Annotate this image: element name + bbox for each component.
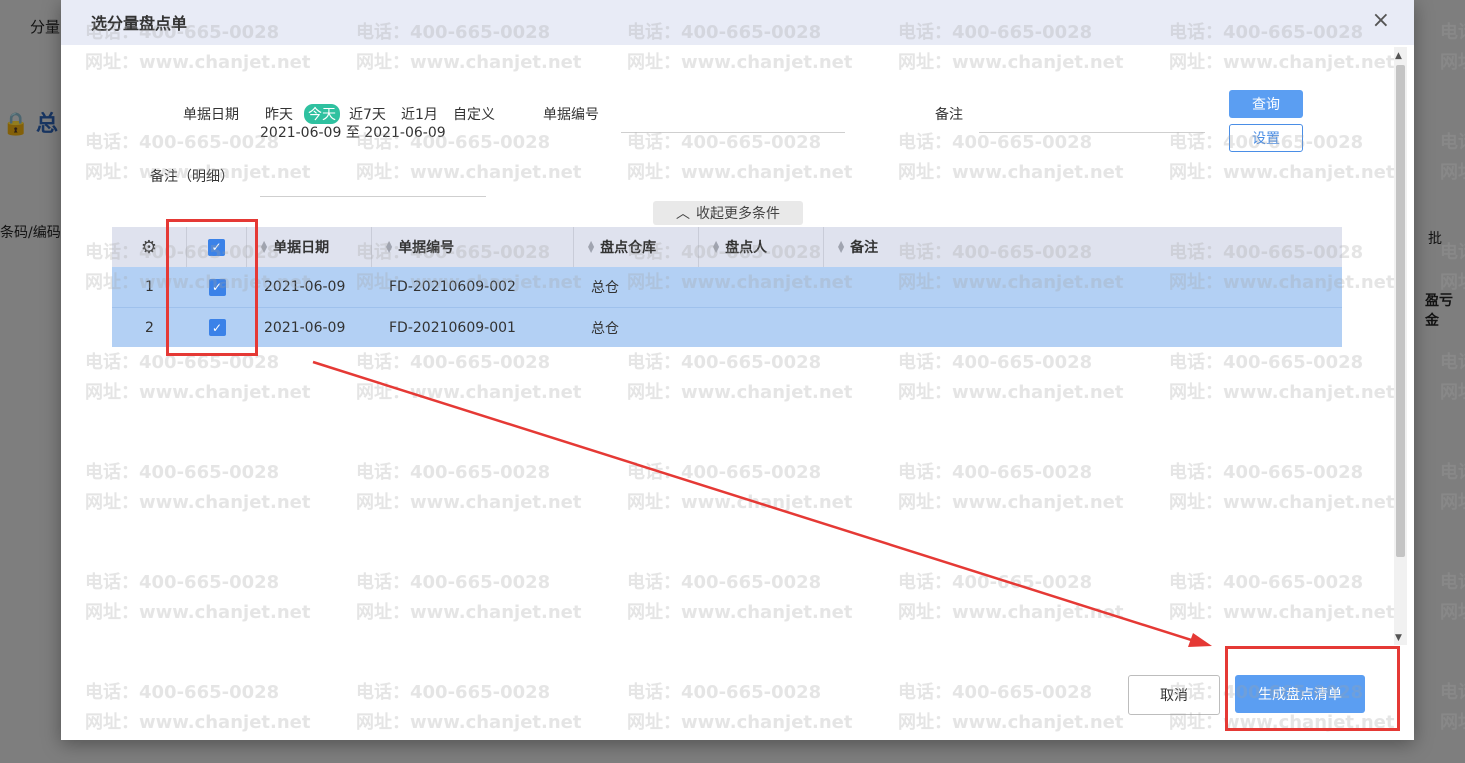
date-to: 2021-06-09 (364, 125, 446, 141)
th-warehouse-label: 盘点仓库 (600, 240, 657, 256)
settings-button[interactable]: 设置 (1229, 124, 1303, 152)
quick-date-7days[interactable]: 近7天 (349, 104, 386, 124)
date-separator: 至 (345, 125, 360, 141)
doc-no-label: 单据编号 (543, 107, 599, 123)
scroll-up-icon[interactable]: ▲ (1395, 51, 1402, 61)
quick-date-today[interactable]: 今天 (304, 104, 340, 124)
cell-warehouse: 总仓 (591, 320, 619, 337)
th-doc-no-label: 单据编号 (398, 240, 455, 256)
sort-icon: ▲ ▼ (713, 239, 720, 254)
cancel-button[interactable]: 取消 (1128, 675, 1220, 715)
th-counter[interactable]: ▲ ▼ 盘点人 (699, 227, 824, 267)
doc-no-input[interactable] (621, 108, 845, 133)
query-button[interactable]: 查询 (1229, 90, 1303, 118)
remark-detail-label: 备注（明细） (150, 169, 234, 185)
remark-label: 备注 (935, 107, 963, 123)
th-warehouse[interactable]: ▲ ▼ 盘点仓库 (574, 227, 699, 267)
date-range[interactable]: 2021-06-09 至 2021-06-09 (260, 122, 446, 142)
th-date[interactable]: ▲ ▼ 单据日期 (247, 227, 372, 267)
quick-date-yesterday[interactable]: 昨天 (265, 104, 293, 124)
cell-warehouse: 总仓 (591, 280, 619, 296)
quick-date-1month[interactable]: 近1月 (401, 104, 438, 124)
count-order-table: ⚙ ✓ ▲▼ 单据日期 ▲▼ 单据编号 ▲▼ 盘点仓库 ▲▼ 盘点人 ▲ (112, 227, 1342, 347)
table-header: ⚙ ✓ ▲▼ 单据日期 ▲▼ 单据编号 ▲▼ 盘点仓库 ▲▼ 盘点人 ▲ (112, 227, 1342, 267)
sort-icon: ▲ ▼ (838, 239, 845, 254)
th-date-label: 单据日期 (273, 240, 330, 256)
th-remark[interactable]: ▲ ▼ 备注 (824, 227, 1342, 267)
annotation-box-checkboxes (166, 219, 258, 356)
dialog-title: 选分量盘点单 (91, 14, 188, 33)
remark-detail-input[interactable] (260, 172, 486, 197)
th-doc-no[interactable]: ▲ ▼ 单据编号 (372, 227, 574, 267)
cell-doc-no: FD-20210609-001 (389, 319, 516, 336)
collapse-label: 收起更多条件 (696, 206, 780, 222)
cell-date: 2021-06-09 (264, 319, 346, 336)
quick-date-custom[interactable]: 自定义 (453, 104, 495, 124)
table-row[interactable]: 1 ✓ 2021-06-09 FD-20210609-002 总仓 (112, 267, 1342, 307)
annotation-box-generate (1225, 646, 1400, 731)
close-icon[interactable]: × (1372, 10, 1390, 32)
vertical-scrollbar[interactable]: ▲ ▼ (1394, 47, 1407, 645)
date-label: 单据日期 (183, 107, 239, 123)
scrollbar-thumb[interactable] (1396, 65, 1405, 557)
sort-icon: ▲ ▼ (386, 239, 393, 254)
cell-date: 2021-06-09 (264, 279, 346, 295)
select-count-order-dialog: 选分量盘点单 × 单据日期 昨天 今天 近7天 近1月 自定义 2021-06-… (61, 0, 1414, 740)
date-from: 2021-06-09 (260, 125, 342, 141)
remark-input[interactable] (979, 108, 1205, 133)
table-row[interactable]: 2 ✓ 2021-06-09 FD-20210609-001 总仓 (112, 307, 1342, 347)
th-counter-label: 盘点人 (725, 240, 768, 256)
scroll-down-icon[interactable]: ▼ (1395, 633, 1402, 643)
chevron-up-icon: ︿ (676, 206, 690, 222)
th-remark-label: 备注 (850, 240, 879, 256)
sort-icon: ▲ ▼ (588, 239, 595, 254)
sort-icon: ▲ ▼ (261, 239, 268, 254)
collapse-conditions-button[interactable]: ︿ 收起更多条件 (653, 201, 803, 225)
dialog-header: 选分量盘点单 × (61, 0, 1414, 45)
gear-icon: ⚙ (140, 236, 158, 258)
cell-doc-no: FD-20210609-002 (389, 279, 516, 295)
